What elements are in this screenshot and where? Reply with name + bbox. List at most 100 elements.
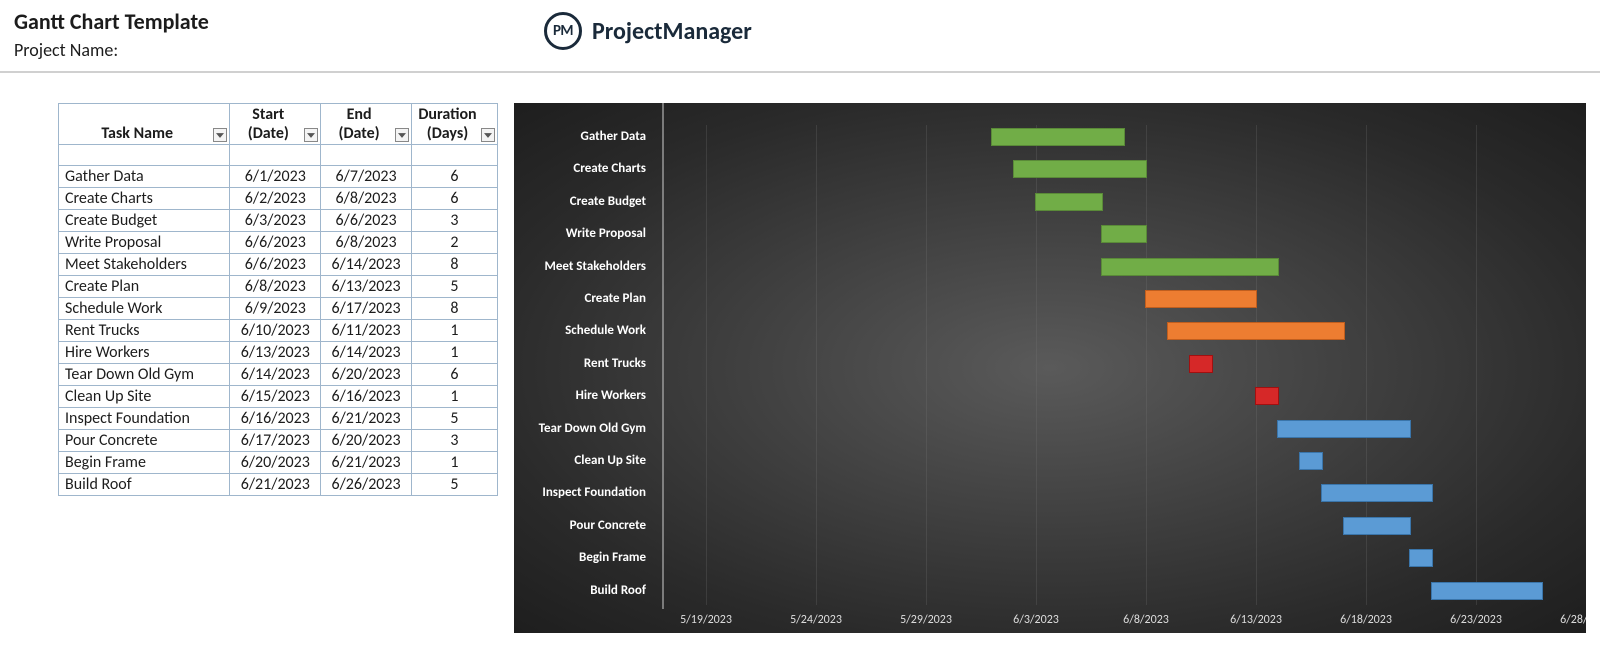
gantt-bar[interactable] [1146,291,1256,307]
cell-start[interactable]: 6/6/2023 [230,232,321,254]
gantt-bar[interactable] [1344,518,1410,534]
cell-name[interactable]: Gather Data [59,166,230,188]
cell-start[interactable]: 6/3/2023 [230,210,321,232]
cell-end[interactable]: 6/8/2023 [321,232,412,254]
col-header-end[interactable]: End (Date) [321,104,412,145]
table-row[interactable]: Create Charts6/2/20236/8/20236 [59,188,498,210]
cell-name[interactable]: Begin Frame [59,452,230,474]
cell-end[interactable]: 6/26/2023 [321,474,412,496]
cell-name[interactable]: Create Budget [59,210,230,232]
cell-name[interactable]: Schedule Work [59,298,230,320]
cell-duration[interactable]: 3 [411,430,497,452]
gantt-bar[interactable] [1014,161,1146,177]
cell-end[interactable]: 6/17/2023 [321,298,412,320]
table-row[interactable]: Write Proposal6/6/20236/8/20232 [59,232,498,254]
cell-start[interactable]: 6/13/2023 [230,342,321,364]
cell-name[interactable]: Create Charts [59,188,230,210]
table-row[interactable]: Pour Concrete6/17/20236/20/20233 [59,430,498,452]
cell-duration[interactable]: 5 [411,408,497,430]
cell-start[interactable]: 6/1/2023 [230,166,321,188]
table-row[interactable]: Gather Data6/1/20236/7/20236 [59,166,498,188]
table-row[interactable]: Create Budget6/3/20236/6/20233 [59,210,498,232]
filter-icon[interactable] [213,128,227,142]
cell-start[interactable]: 6/9/2023 [230,298,321,320]
table-row[interactable]: Meet Stakeholders6/6/20236/14/20238 [59,254,498,276]
gantt-bar[interactable] [1300,453,1322,469]
table-row[interactable]: Inspect Foundation6/16/20236/21/20235 [59,408,498,430]
cell-start[interactable]: 6/14/2023 [230,364,321,386]
col-header-name[interactable]: Task Name [59,104,230,145]
table-row[interactable]: Create Plan6/8/20236/13/20235 [59,276,498,298]
cell-duration[interactable]: 1 [411,342,497,364]
cell-name[interactable]: Meet Stakeholders [59,254,230,276]
cell-start[interactable]: 6/8/2023 [230,276,321,298]
cell-start[interactable]: 6/2/2023 [230,188,321,210]
table-row[interactable]: Rent Trucks6/10/20236/11/20231 [59,320,498,342]
cell-duration[interactable]: 1 [411,320,497,342]
table-row[interactable]: Clean Up Site6/15/20236/16/20231 [59,386,498,408]
cell-start[interactable]: 6/16/2023 [230,408,321,430]
cell-start[interactable]: 6/17/2023 [230,430,321,452]
gantt-bar[interactable] [1102,259,1278,275]
chart-row: Inspect Foundation [514,477,1586,509]
cell-name[interactable]: Pour Concrete [59,430,230,452]
table-row[interactable]: Hire Workers6/13/20236/14/20231 [59,342,498,364]
gantt-bar[interactable] [1410,550,1432,566]
cell-duration[interactable]: 6 [411,166,497,188]
cell-end[interactable]: 6/11/2023 [321,320,412,342]
col-header-start[interactable]: Start (Date) [230,104,321,145]
cell-name[interactable]: Rent Trucks [59,320,230,342]
cell-start[interactable]: 6/10/2023 [230,320,321,342]
cell-duration[interactable]: 1 [411,452,497,474]
cell-name[interactable]: Inspect Foundation [59,408,230,430]
gantt-bar[interactable] [1102,226,1146,242]
cell-duration[interactable]: 5 [411,276,497,298]
cell-end[interactable]: 6/14/2023 [321,342,412,364]
cell-duration[interactable]: 3 [411,210,497,232]
cell-end[interactable]: 6/13/2023 [321,276,412,298]
col-header-duration[interactable]: Duration (Days) [411,104,497,145]
gantt-bar[interactable] [1036,194,1102,210]
table-row[interactable]: Schedule Work6/9/20236/17/20238 [59,298,498,320]
cell-duration[interactable]: 6 [411,364,497,386]
gantt-bar[interactable] [1168,323,1344,339]
cell-name[interactable]: Write Proposal [59,232,230,254]
cell-duration[interactable]: 5 [411,474,497,496]
cell-duration[interactable]: 1 [411,386,497,408]
cell-end[interactable]: 6/7/2023 [321,166,412,188]
cell-duration[interactable]: 2 [411,232,497,254]
cell-end[interactable]: 6/21/2023 [321,408,412,430]
cell-name[interactable]: Tear Down Old Gym [59,364,230,386]
gantt-bar[interactable] [1322,485,1432,501]
table-row[interactable]: Build Roof6/21/20236/26/20235 [59,474,498,496]
cell-start[interactable]: 6/20/2023 [230,452,321,474]
cell-name[interactable]: Hire Workers [59,342,230,364]
gantt-bar[interactable] [992,129,1124,145]
filter-icon[interactable] [481,128,495,142]
cell-name[interactable]: Create Plan [59,276,230,298]
gantt-bar[interactable] [1278,421,1410,437]
cell-duration[interactable]: 8 [411,254,497,276]
cell-end[interactable]: 6/16/2023 [321,386,412,408]
task-table-wrap: Task Name Start (Date) End [58,103,498,633]
cell-start[interactable]: 6/15/2023 [230,386,321,408]
cell-end[interactable]: 6/8/2023 [321,188,412,210]
gantt-bar[interactable] [1256,388,1278,404]
cell-start[interactable]: 6/6/2023 [230,254,321,276]
cell-end[interactable]: 6/21/2023 [321,452,412,474]
cell-duration[interactable]: 8 [411,298,497,320]
gantt-bar[interactable] [1190,356,1212,372]
filter-icon[interactable] [395,128,409,142]
cell-duration[interactable]: 6 [411,188,497,210]
filter-icon[interactable] [304,128,318,142]
gantt-bar[interactable] [1432,583,1542,599]
cell-end[interactable]: 6/6/2023 [321,210,412,232]
table-row[interactable]: Tear Down Old Gym6/14/20236/20/20236 [59,364,498,386]
cell-name[interactable]: Clean Up Site [59,386,230,408]
cell-end[interactable]: 6/20/2023 [321,430,412,452]
cell-start[interactable]: 6/21/2023 [230,474,321,496]
cell-end[interactable]: 6/20/2023 [321,364,412,386]
table-row[interactable]: Begin Frame6/20/20236/21/20231 [59,452,498,474]
cell-end[interactable]: 6/14/2023 [321,254,412,276]
cell-name[interactable]: Build Roof [59,474,230,496]
